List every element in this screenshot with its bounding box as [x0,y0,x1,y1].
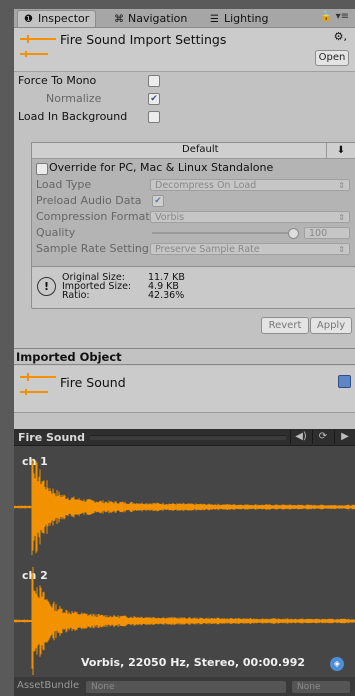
gear-icon[interactable]: ⚙, [334,30,347,43]
inspector-window: ❶ Inspector ⌘ Navigation ☰ Lighting 🔒 ▾≡ Fi… [14,9,355,696]
apply-button[interactable]: Apply [310,317,352,334]
audio-preview-panel: Fire Sound ◀) ⟳ ▶ ch 1 ch 2 Vorbis, 2205… [14,429,355,696]
tab-label: Inspector [38,12,90,25]
compression-format-label: Compression Format [36,210,150,223]
load-type-select[interactable]: Decompress On Load ⇕ [150,179,350,191]
normalize-label: Normalize [46,92,102,105]
play-icon[interactable]: ▶ [334,430,355,444]
imported-object-name: Fire Sound [60,375,126,390]
preview-resize-handle[interactable] [90,435,286,440]
platform-tabs: Default ⬇ [32,143,355,159]
tag-icon[interactable]: ◈ [330,657,344,671]
override-checkbox[interactable] [36,163,48,175]
quality-label: Quality [36,226,76,239]
compression-format-value: Vorbis [155,212,185,223]
ratio-value: 42.36% [148,290,185,301]
sample-rate-select[interactable]: Preserve Sample Rate ⇕ [150,243,350,255]
ratio-label: Ratio: [62,290,90,301]
tab-bar: ❶ Inspector ⌘ Navigation ☰ Lighting 🔒 ▾≡ [14,9,355,28]
quality-slider-handle[interactable] [288,228,299,239]
chevron-down-icon: ⇕ [338,181,345,190]
quality-input[interactable]: 100 [304,227,350,239]
quality-slider-track[interactable] [152,232,292,234]
audio-format-info: Vorbis, 22050 Hz, Stereo, 00:00.992 [81,656,306,669]
tab-label: Lighting [224,12,269,25]
compression-format-select[interactable]: Vorbis ⇕ [150,211,350,223]
asset-bundle-name-select[interactable]: None [86,681,286,693]
asset-bundle-variant-select[interactable]: None [292,681,350,693]
sample-rate-label: Sample Rate Setting [36,242,149,255]
tab-lighting[interactable]: ☰ Lighting [204,11,274,27]
load-type-value: Decompress On Load [155,180,257,191]
asset-bundle-label: AssetBundle [17,680,80,691]
force-to-mono-checkbox[interactable] [148,75,160,87]
info-icon: ! [37,277,56,296]
waveform-display [14,458,355,676]
page-title: Fire Sound Import Settings [60,32,227,47]
import-stats-box: ! Original Size: 11.7 KB Imported Size: … [31,266,355,309]
tab-navigation[interactable]: ⌘ Navigation [108,11,193,27]
tab-inspector[interactable]: ❶ Inspector [17,10,97,27]
open-button[interactable]: Open [315,50,349,66]
revert-button[interactable]: Revert [261,317,309,334]
asset-bundle-bar: AssetBundle None None [14,677,355,696]
imported-object-header: Imported Object [14,348,355,365]
imported-object-row: Fire Sound [14,366,355,413]
load-in-background-checkbox[interactable] [148,111,160,123]
preload-audio-label: Preload Audio Data [36,194,142,207]
force-to-mono-label: Force To Mono [18,74,97,87]
preview-title: Fire Sound [18,431,86,444]
load-in-background-label: Load In Background [18,110,128,123]
asset-type-icon[interactable] [338,375,351,388]
sample-rate-value: Preserve Sample Rate [155,244,260,255]
platform-settings-box: Default ⬇ Override for PC, Mac & Linux S… [31,142,355,282]
navigation-icon: ⌘ [114,14,124,25]
chevron-down-icon: ⇕ [338,213,345,222]
asset-bundle-variant-value: None [297,682,321,692]
volume-icon[interactable]: ◀) [290,430,311,444]
lighting-icon: ☰ [210,14,219,25]
download-icon[interactable]: ⬇ [326,143,355,158]
waveform-channel [14,458,355,556]
asset-bundle-name-value: None [91,682,115,692]
load-type-label: Load Type [36,178,92,191]
tab-default[interactable]: Default [182,144,219,155]
tab-label: Navigation [128,12,188,25]
info-icon: ❶ [24,14,33,25]
lock-menu-icon[interactable]: 🔒 ▾≡ [320,11,349,22]
audio-file-icon [20,35,56,57]
loop-icon[interactable]: ⟳ [312,430,333,444]
audio-file-icon [20,373,56,395]
preload-audio-checkbox[interactable]: ✔ [152,195,164,207]
override-label: Override for PC, Mac & Linux Standalone [49,161,274,174]
asset-header: Fire Sound Import Settings ⚙, Open [14,28,355,72]
preview-toolbar: Fire Sound ◀) ⟳ ▶ [14,429,355,446]
chevron-down-icon: ⇕ [338,245,345,254]
normalize-checkbox[interactable]: ✔ [148,93,160,105]
